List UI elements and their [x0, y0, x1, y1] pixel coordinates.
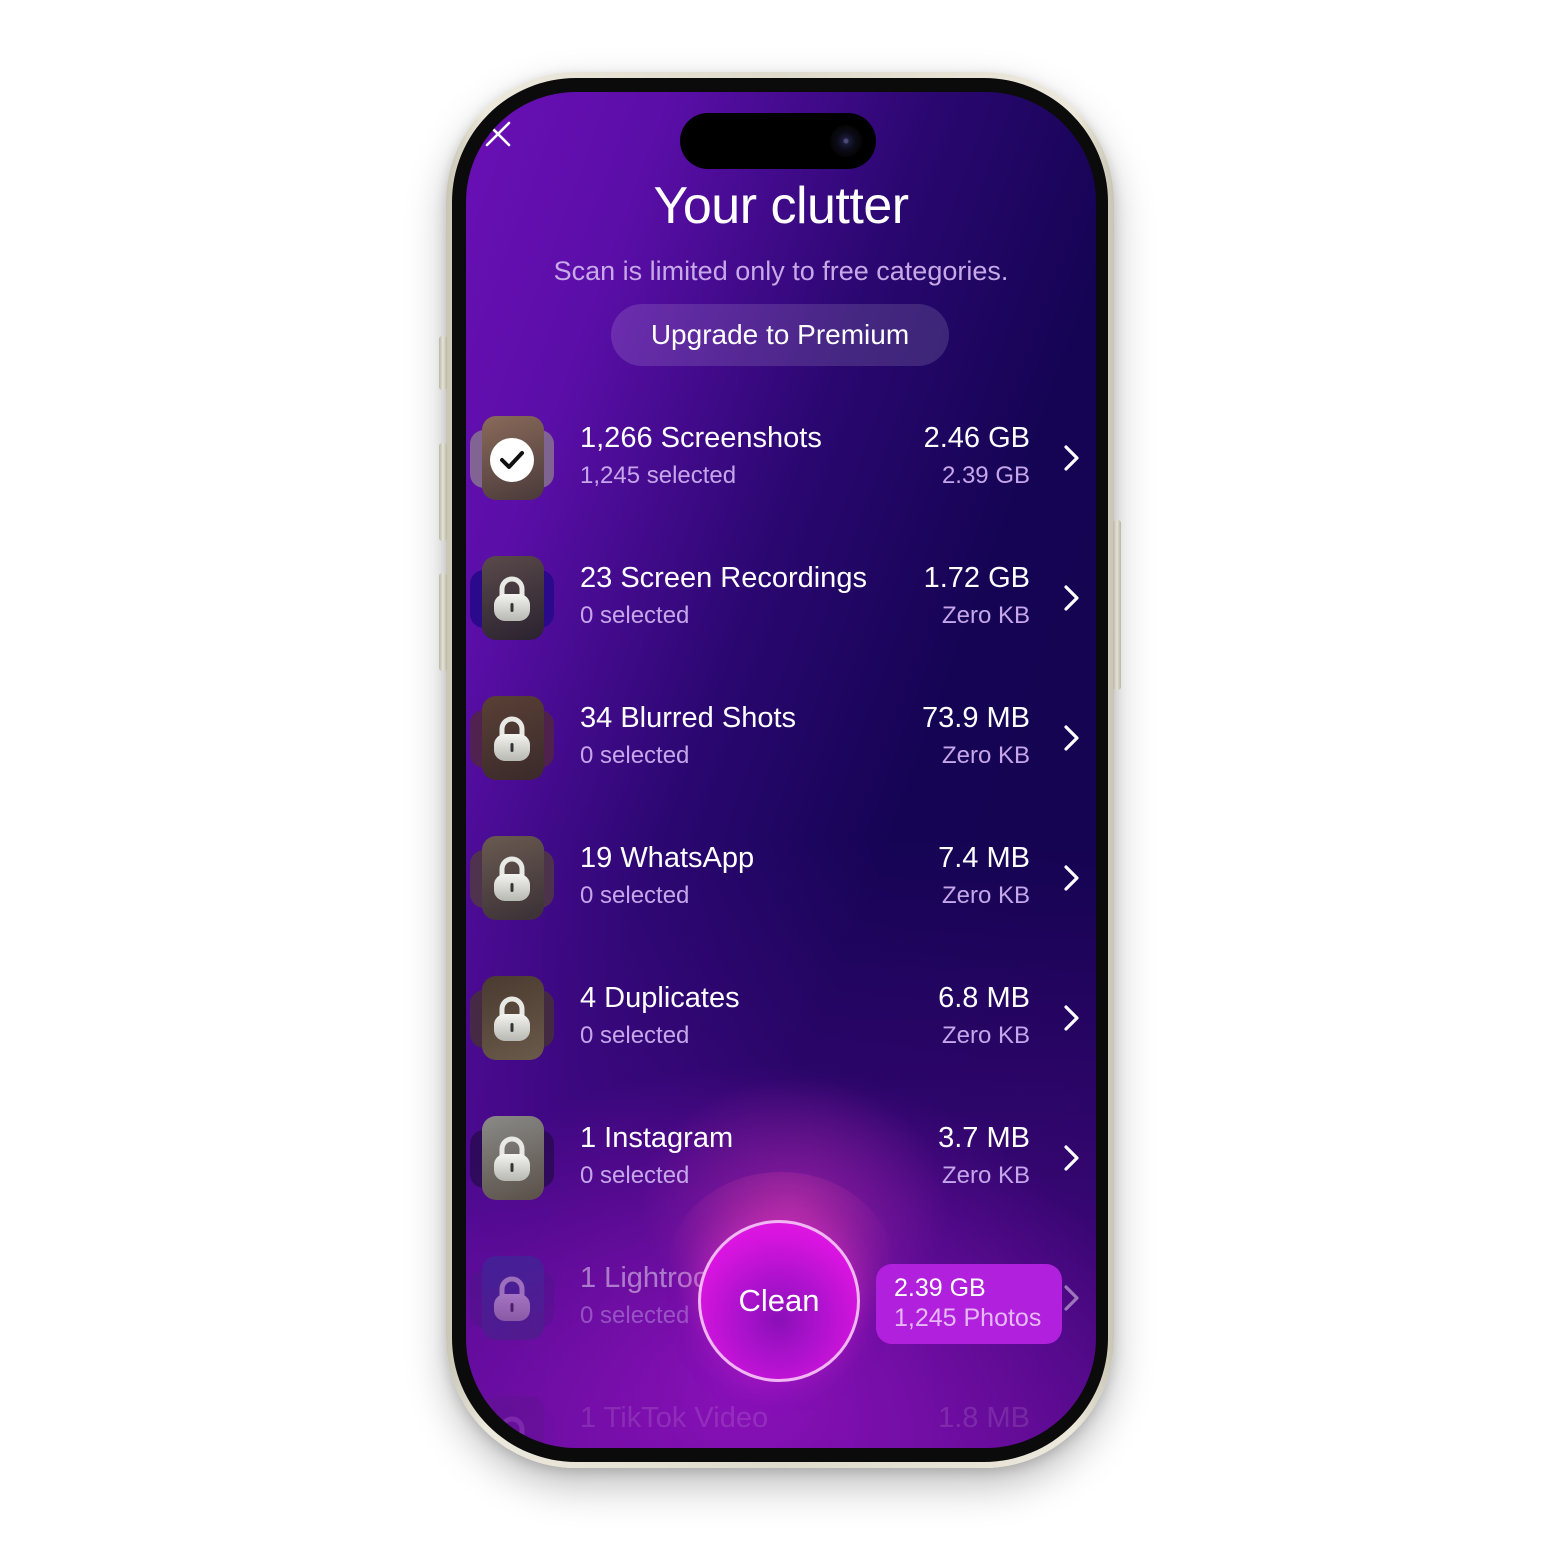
summary-size: 2.39 GB [894, 1274, 986, 1302]
category-selected-count: 0 selected [580, 602, 690, 629]
category-title: 23 Screen Recordings [580, 562, 867, 594]
volume-up-button [439, 443, 447, 541]
category-size: 1.8 MB [938, 1402, 1030, 1434]
category-size: 3.7 MB [938, 1122, 1030, 1154]
category-size: 2.46 GB [923, 422, 1030, 454]
category-size: 6.8 MB [938, 982, 1030, 1014]
category-row[interactable]: 1,266 Screenshots 1,245 selected 2.46 GB 2.… [466, 410, 1096, 510]
category-title: 1 Instagram [580, 1122, 734, 1154]
close-icon [485, 121, 511, 147]
action-button [439, 336, 447, 390]
category-title: 1,266 Screenshots [580, 422, 822, 454]
category-row[interactable]: 4 Duplicates 0 selected 6.8 MB Zero KB [466, 970, 1096, 1070]
category-selected-count: 1,245 selected [580, 462, 737, 489]
category-thumbnail [470, 556, 554, 640]
clean-label: Clean [738, 1283, 820, 1318]
lock-icon [494, 1136, 530, 1181]
chevron-right-icon [1064, 585, 1079, 611]
app-screen: Your clutter Scan is limited only to fre… [466, 92, 1096, 1448]
category-thumbnail [470, 1116, 554, 1200]
category-row[interactable]: 19 WhatsApp 0 selected 7.4 MB Zero KB [466, 830, 1096, 930]
category-selected-size: Zero KB [941, 1022, 1030, 1049]
chevron-right-icon [1064, 445, 1079, 471]
clean-button[interactable]: Clean [698, 1220, 860, 1382]
page-title: Your clutter [653, 177, 909, 235]
category-thumbnail [470, 1256, 554, 1340]
checkmark-badge [490, 438, 534, 482]
upgrade-premium-button[interactable]: Upgrade to Premium [611, 304, 949, 366]
category-selected-size: Zero KB [941, 882, 1030, 909]
lock-icon [494, 856, 530, 901]
category-selected-count: 0 selected [580, 742, 690, 769]
chevron-right-icon [1064, 865, 1079, 891]
category-title: 4 Duplicates [580, 982, 740, 1014]
category-title: 1 TikTok Video [580, 1402, 769, 1434]
lock-icon [494, 576, 530, 621]
category-selected-size: Zero KB [941, 742, 1030, 769]
volume-down-button [439, 573, 447, 671]
power-button [1113, 520, 1121, 690]
category-selected-size: Zero KB [941, 602, 1030, 629]
category-title: 19 WhatsApp [580, 842, 755, 874]
category-row[interactable]: 34 Blurred Shots 0 selected 73.9 MB Zero KB [466, 690, 1096, 790]
scan-limit-notice: Scan is limited only to free categories. [553, 256, 1009, 286]
category-selected-count: 0 selected [580, 1022, 690, 1049]
selection-summary-badge[interactable]: 2.39 GB 1,245 Photos [876, 1264, 1062, 1344]
chevron-right-icon [1064, 1145, 1079, 1171]
lock-icon [494, 1276, 530, 1321]
chevron-right-icon [1064, 1005, 1079, 1031]
category-thumbnail [470, 1396, 554, 1448]
dynamic-island [680, 113, 876, 169]
chevron-right-icon [1064, 1285, 1079, 1311]
category-row[interactable]: 1 TikTok Video 1.8 MB [466, 1390, 1096, 1448]
checkmark-icon [500, 451, 524, 469]
category-selected-size: Zero KB [941, 1162, 1030, 1189]
category-row[interactable]: 23 Screen Recordings 0 selected 1.72 GB Zer… [466, 550, 1096, 650]
category-selected-count: 0 selected [580, 882, 690, 909]
category-thumbnail [470, 416, 554, 500]
close-button[interactable] [484, 120, 512, 148]
category-thumbnail [470, 836, 554, 920]
chevron-right-icon [1064, 725, 1079, 751]
lock-icon [494, 1416, 530, 1448]
category-thumbnail [470, 696, 554, 780]
category-size: 73.9 MB [922, 702, 1030, 734]
lock-icon [494, 716, 530, 761]
category-size: 7.4 MB [938, 842, 1030, 874]
lock-icon [494, 996, 530, 1041]
camera-icon [830, 125, 862, 157]
category-title: 34 Blurred Shots [580, 702, 797, 734]
category-thumbnail [470, 976, 554, 1060]
category-selected-count: 0 selected [580, 1162, 690, 1189]
summary-count: 1,245 Photos [894, 1304, 1042, 1332]
category-size: 1.72 GB [923, 562, 1030, 594]
category-selected-size: 2.39 GB [941, 462, 1030, 489]
